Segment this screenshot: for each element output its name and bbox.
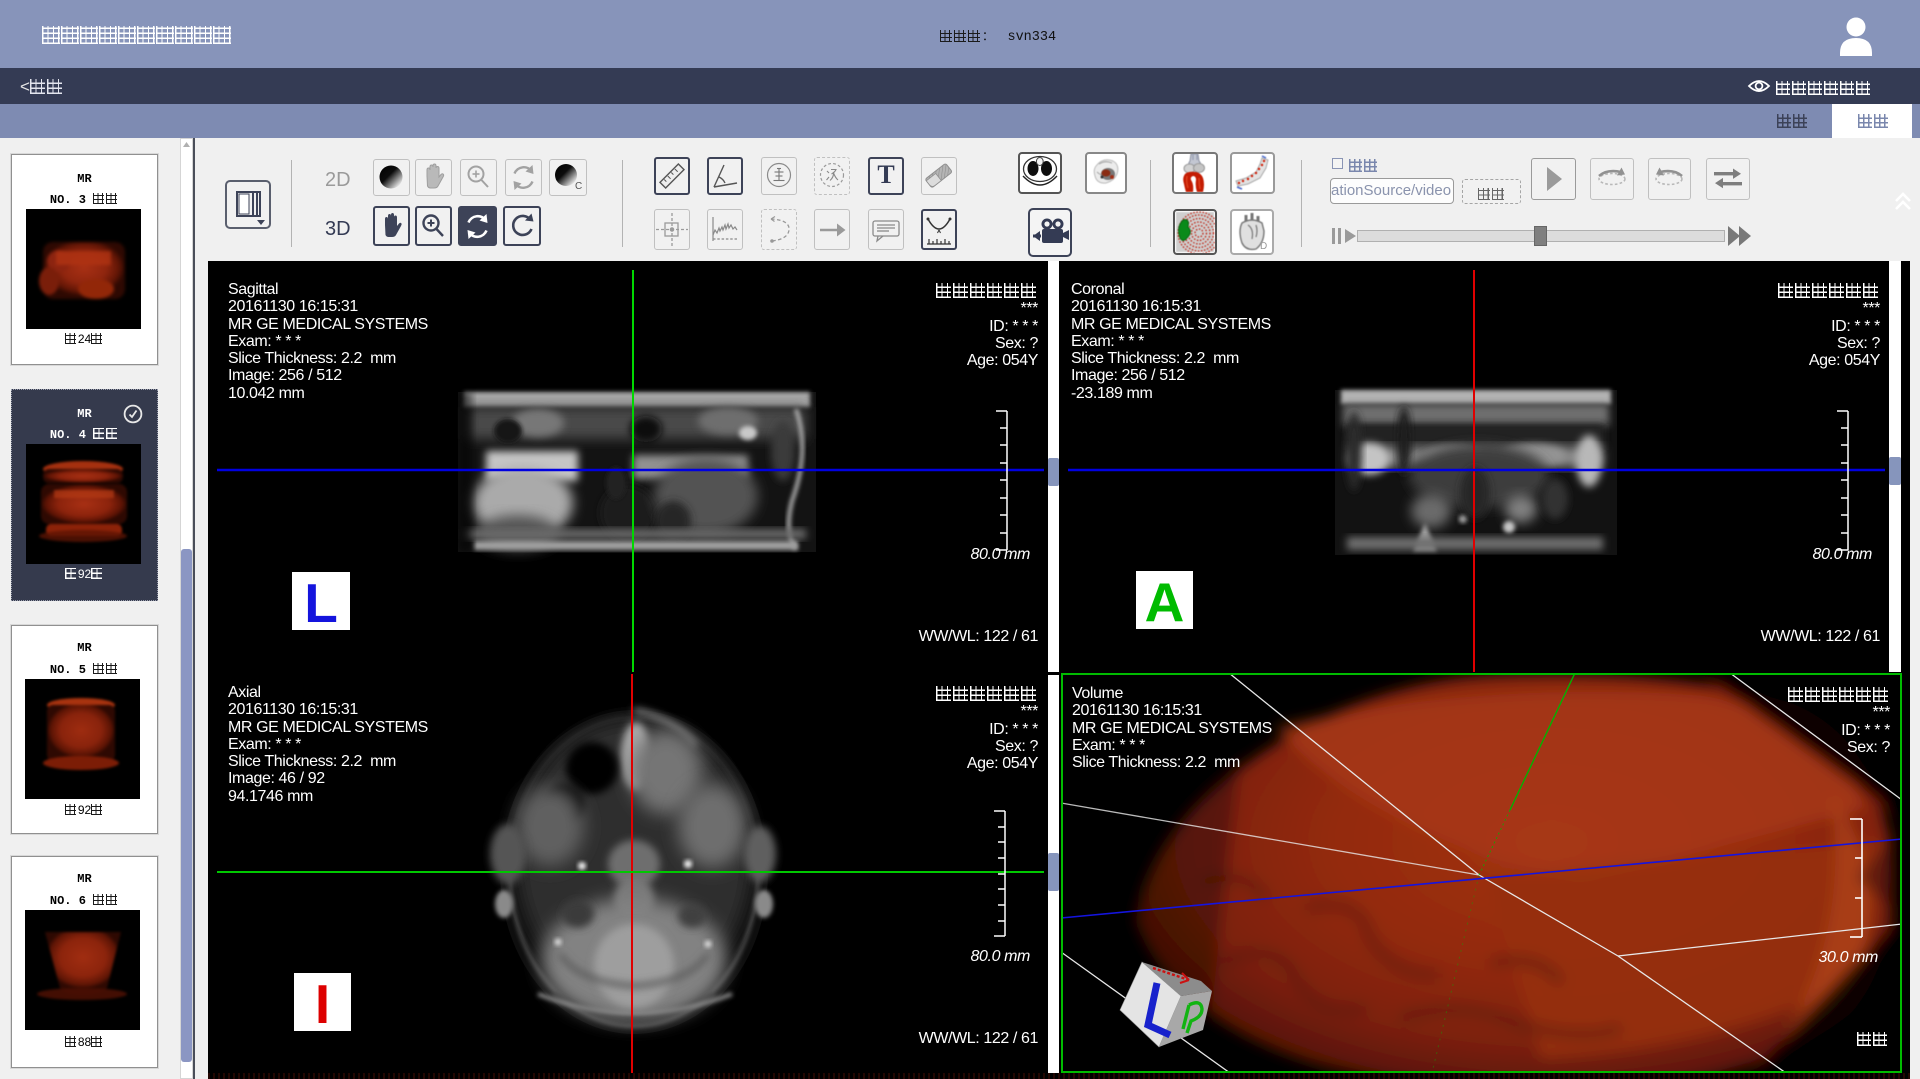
svg-text:D: D bbox=[1260, 241, 1267, 252]
svg-text:C: C bbox=[575, 181, 582, 192]
